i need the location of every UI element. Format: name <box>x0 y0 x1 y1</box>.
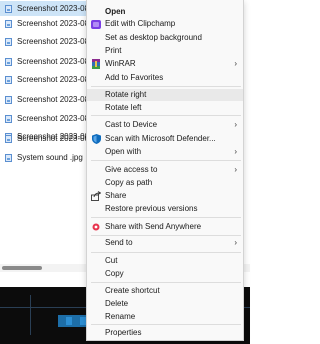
clipchamp-icon <box>91 19 101 29</box>
image-file-icon <box>5 134 12 143</box>
menu-separator <box>91 324 241 325</box>
file-name: Screenshot 2023-08-2 <box>17 75 86 84</box>
file-item[interactable]: Screenshot 2023-08-0 <box>0 1 86 16</box>
menu-separator <box>91 252 241 253</box>
menu-item-label: Open <box>105 7 126 16</box>
menu-item-label: Print <box>105 46 122 55</box>
image-file-icon <box>5 153 12 162</box>
menu-item-delete[interactable]: Delete <box>87 298 243 310</box>
file-name: Screenshot 2023-08-2 <box>17 57 86 66</box>
menu-item-set-background[interactable]: Set as desktop background <box>87 32 243 44</box>
file-item[interactable]: Screenshot 2023-08-2 <box>0 54 86 69</box>
chevron-right-icon: › <box>234 59 237 68</box>
menu-item-label: Give access to <box>105 165 158 174</box>
defender-shield-icon <box>91 134 101 144</box>
chevron-right-icon: › <box>234 238 237 247</box>
menu-item-cast-device[interactable]: Cast to Device › <box>87 119 243 131</box>
image-file-icon <box>5 95 12 104</box>
menu-separator <box>91 115 241 116</box>
share-icon <box>91 191 101 201</box>
menu-item-label: Cut <box>105 256 118 265</box>
menu-item-label: Edit with Clipchamp <box>105 19 176 28</box>
file-item[interactable]: Screenshot 2023-08-2 <box>0 92 86 107</box>
menu-item-restore-versions[interactable]: Restore previous versions <box>87 203 243 215</box>
menu-item-copy[interactable]: Copy <box>87 268 243 280</box>
menu-item-label: Share <box>105 191 127 200</box>
file-name: Screenshot 2023-08-2 <box>17 134 86 143</box>
image-file-icon <box>5 37 12 46</box>
chevron-right-icon: › <box>234 147 237 156</box>
menu-item-rotate-left[interactable]: Rotate left <box>87 102 243 114</box>
menu-item-rotate-right[interactable]: Rotate right <box>87 89 243 101</box>
menu-separator <box>91 86 241 87</box>
menu-item-scan-defender[interactable]: Scan with Microsoft Defender... <box>87 133 243 145</box>
menu-item-properties[interactable]: Properties <box>87 327 243 339</box>
menu-item-label: Rotate left <box>105 103 142 112</box>
chevron-right-icon: › <box>234 120 237 129</box>
menu-separator <box>91 235 241 236</box>
menu-item-send-to[interactable]: Send to › <box>87 237 243 249</box>
preview-block <box>66 317 72 325</box>
context-menu: Open Edit with Clipchamp Set as desktop … <box>86 0 244 341</box>
chevron-right-icon: › <box>234 165 237 174</box>
menu-item-label: Send to <box>105 238 133 247</box>
file-item[interactable]: Screenshot 2023-08-2 <box>0 111 86 126</box>
menu-item-label: Add to Favorites <box>105 73 164 82</box>
file-item[interactable]: Screenshot 2023-08-2 <box>0 131 86 146</box>
menu-item-share-anywhere[interactable]: Share with Send Anywhere <box>87 221 243 233</box>
file-item[interactable]: Screenshot 2023-08-2 <box>0 72 86 87</box>
menu-item-rename[interactable]: Rename <box>87 311 243 323</box>
menu-item-label: Copy <box>105 269 124 278</box>
menu-item-add-favorites[interactable]: Add to Favorites <box>87 72 243 84</box>
send-anywhere-icon <box>91 222 101 232</box>
image-file-icon <box>5 57 12 66</box>
menu-item-print[interactable]: Print <box>87 45 243 57</box>
menu-item-label: Scan with Microsoft Defender... <box>105 134 216 143</box>
scrollbar-thumb[interactable] <box>2 266 42 270</box>
menu-item-label: Share with Send Anywhere <box>105 222 202 231</box>
preview-line <box>30 295 31 335</box>
file-name: System sound .jpg <box>17 153 83 162</box>
menu-separator <box>91 217 241 218</box>
image-file-icon <box>5 75 12 84</box>
menu-item-open-with[interactable]: Open with › <box>87 146 243 158</box>
menu-item-copy-path[interactable]: Copy as path <box>87 177 243 189</box>
menu-item-cut[interactable]: Cut <box>87 255 243 267</box>
file-item[interactable]: Screenshot 2023-08-2 <box>0 16 86 31</box>
menu-item-winrar[interactable]: WinRAR › <box>87 58 243 70</box>
menu-item-label: Rotate right <box>105 90 147 99</box>
file-name: Screenshot 2023-08-2 <box>17 114 86 123</box>
menu-item-label: Cast to Device <box>105 120 158 129</box>
menu-separator <box>91 282 241 283</box>
menu-item-edit-clipchamp[interactable]: Edit with Clipchamp <box>87 18 243 30</box>
menu-item-label: Rename <box>105 312 136 321</box>
menu-item-label: Set as desktop background <box>105 33 202 42</box>
menu-item-label: Open with <box>105 147 142 156</box>
file-name: Screenshot 2023-08-2 <box>17 95 86 104</box>
menu-item-label: WinRAR <box>105 59 136 68</box>
menu-item-label: Delete <box>105 299 129 308</box>
file-name: Screenshot 2023-08-2 <box>17 19 86 28</box>
file-item[interactable]: System sound .jpg <box>0 150 86 165</box>
menu-item-label: Copy as path <box>105 178 153 187</box>
image-file-icon <box>5 114 12 123</box>
menu-item-share[interactable]: Share <box>87 190 243 202</box>
winrar-icon <box>91 59 101 69</box>
menu-item-label: Properties <box>105 328 142 337</box>
image-file-icon <box>5 19 12 28</box>
menu-item-give-access[interactable]: Give access to › <box>87 164 243 176</box>
menu-item-label: Restore previous versions <box>105 204 198 213</box>
file-name: Screenshot 2023-08-2 <box>17 37 86 46</box>
file-item[interactable]: Screenshot 2023-08-2 <box>0 34 86 49</box>
menu-item-create-shortcut[interactable]: Create shortcut <box>87 285 243 297</box>
image-file-icon <box>5 4 12 13</box>
menu-item-label: Create shortcut <box>105 286 160 295</box>
file-name: Screenshot 2023-08-0 <box>17 4 86 13</box>
menu-item-open[interactable]: Open <box>87 6 243 18</box>
menu-separator <box>91 160 241 161</box>
